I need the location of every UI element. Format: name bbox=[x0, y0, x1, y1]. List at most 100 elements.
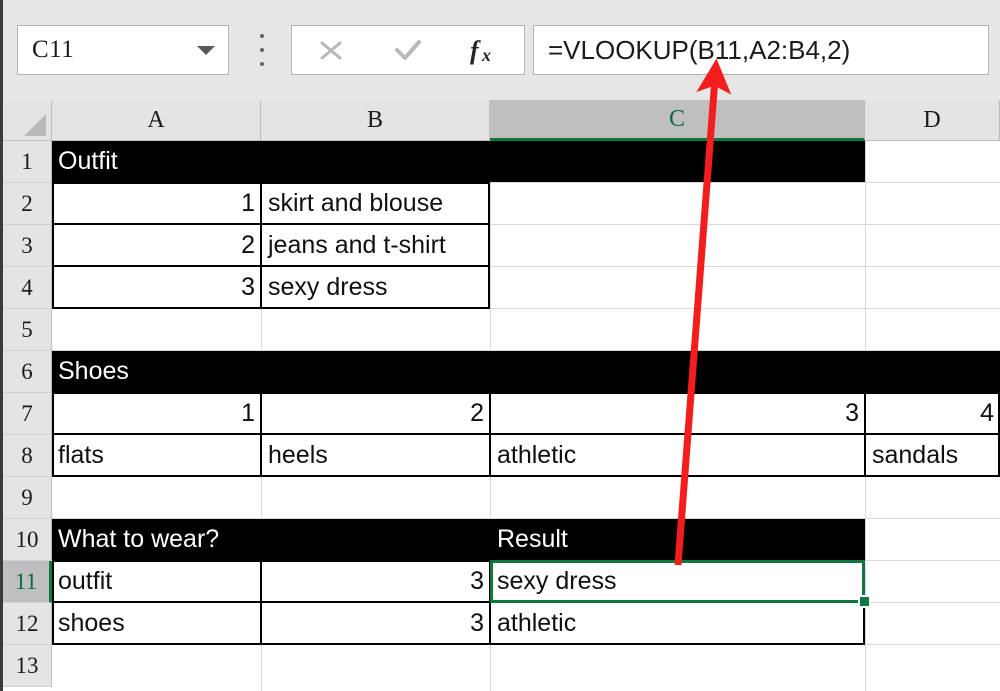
row-header-2[interactable]: 2 bbox=[3, 183, 52, 225]
cell-b7[interactable]: 2 bbox=[262, 393, 490, 434]
svg-text:x: x bbox=[481, 45, 491, 65]
formula-action-buttons: f x bbox=[291, 25, 525, 75]
column-header-a[interactable]: A bbox=[52, 100, 261, 141]
cell-a11[interactable]: outfit bbox=[52, 561, 261, 602]
cell-text: 2 bbox=[241, 231, 255, 259]
worksheet-grid: A B C D 1 2 3 4 5 6 7 8 9 10 11 12 13 Ou… bbox=[0, 100, 1000, 691]
row-header-label: 12 bbox=[15, 610, 39, 636]
cancel-formula-button[interactable] bbox=[304, 27, 358, 73]
cell-c7[interactable]: 3 bbox=[491, 393, 865, 434]
fx-icon: f x bbox=[470, 36, 491, 65]
formula-bar-strip: C11 f x =VLOOKUP(B11,A2:B4,2) bbox=[0, 0, 1000, 100]
spreadsheet-app: C11 f x =VLOOKUP(B11,A2:B4,2) A B C D 1 … bbox=[0, 0, 1000, 691]
cell-text: 3 bbox=[845, 399, 859, 427]
row-header-label: 5 bbox=[21, 316, 33, 342]
select-all-button[interactable] bbox=[3, 100, 52, 141]
close-x-icon bbox=[320, 41, 342, 60]
row-header-4[interactable]: 4 bbox=[3, 267, 52, 309]
row-header-13[interactable]: 13 bbox=[3, 645, 52, 687]
cell-text: shoes bbox=[58, 609, 125, 637]
checkmark-icon bbox=[394, 40, 421, 60]
row-header-label: 6 bbox=[21, 358, 33, 384]
gridline bbox=[52, 476, 1000, 477]
row-header-label: 4 bbox=[21, 274, 33, 300]
column-header-d[interactable]: D bbox=[865, 100, 1000, 141]
column-header-label: A bbox=[147, 106, 165, 133]
cell-a1[interactable]: Outfit bbox=[52, 141, 865, 182]
gridline bbox=[52, 308, 1000, 309]
chevron-down-icon bbox=[197, 45, 215, 55]
row-header-8[interactable]: 8 bbox=[3, 435, 52, 477]
row-header-9[interactable]: 9 bbox=[3, 477, 52, 519]
row-header-label: 3 bbox=[21, 232, 33, 258]
select-all-triangle-icon bbox=[24, 114, 46, 136]
cell-c10[interactable]: Result bbox=[491, 519, 865, 560]
name-box[interactable]: C11 bbox=[17, 25, 229, 75]
column-header-c[interactable]: C bbox=[490, 100, 865, 141]
formula-input[interactable]: =VLOOKUP(B11,A2:B4,2) bbox=[533, 25, 989, 75]
table-border-row bbox=[52, 601, 865, 603]
gridline bbox=[52, 644, 1000, 645]
cell-b12[interactable]: 3 bbox=[262, 603, 490, 644]
row-header-6[interactable]: 6 bbox=[3, 351, 52, 393]
row-header-label: 10 bbox=[15, 526, 39, 552]
row-header-12[interactable]: 12 bbox=[3, 603, 52, 645]
cell-text: jeans and t-shirt bbox=[268, 231, 446, 259]
name-box-dropdown-button[interactable] bbox=[184, 45, 228, 55]
column-header-b[interactable]: B bbox=[261, 100, 490, 141]
cell-b11[interactable]: 3 bbox=[262, 561, 490, 602]
row-header-label: 7 bbox=[21, 400, 33, 426]
table-border-row bbox=[52, 433, 1000, 435]
name-box-value: C11 bbox=[32, 36, 75, 63]
row-header-1[interactable]: 1 bbox=[3, 141, 52, 183]
cell-text: What to wear? bbox=[58, 525, 220, 553]
cell-b3[interactable]: jeans and t-shirt bbox=[262, 225, 507, 266]
insert-function-button[interactable]: f x bbox=[458, 27, 512, 73]
cell-a12[interactable]: shoes bbox=[52, 603, 261, 644]
cell-text: athletic bbox=[497, 609, 577, 637]
column-header-row: A B C D bbox=[3, 100, 1000, 141]
cell-c11[interactable]: sexy dress bbox=[491, 561, 865, 602]
cell-a2[interactable]: 1 bbox=[52, 183, 261, 224]
row-header-label: 11 bbox=[14, 568, 38, 594]
cell-a4[interactable]: 3 bbox=[52, 267, 261, 308]
cell-a8[interactable]: flats bbox=[52, 435, 261, 476]
formula-input-value: =VLOOKUP(B11,A2:B4,2) bbox=[548, 34, 851, 65]
row-header-11[interactable]: 11 bbox=[3, 561, 52, 603]
fill-handle-square[interactable] bbox=[858, 595, 871, 608]
row-header-label: 2 bbox=[21, 190, 33, 216]
cell-text: heels bbox=[268, 441, 328, 469]
column-header-label: B bbox=[366, 106, 383, 133]
column-header-label: C bbox=[668, 105, 685, 132]
cell-c8[interactable]: athletic bbox=[491, 435, 865, 476]
cell-c12[interactable]: athletic bbox=[491, 603, 865, 644]
cell-b8[interactable]: heels bbox=[262, 435, 490, 476]
row-header-7[interactable]: 7 bbox=[3, 393, 52, 435]
cell-text: Result bbox=[497, 525, 568, 553]
table-border-row bbox=[52, 223, 490, 225]
cell-a7[interactable]: 1 bbox=[52, 393, 261, 434]
row-header-10[interactable]: 10 bbox=[3, 519, 52, 561]
cell-text: 3 bbox=[470, 609, 484, 637]
confirm-formula-button[interactable] bbox=[381, 27, 435, 73]
dot bbox=[260, 48, 264, 52]
row-header-label: 1 bbox=[21, 148, 33, 174]
cell-a6[interactable]: Shoes bbox=[52, 351, 1000, 392]
cell-text: sexy dress bbox=[268, 273, 388, 301]
dot bbox=[260, 62, 264, 66]
cell-b4[interactable]: sexy dress bbox=[262, 267, 490, 308]
cell-text: 1 bbox=[241, 189, 255, 217]
row-header-5[interactable]: 5 bbox=[3, 309, 52, 351]
cell-d7[interactable]: 4 bbox=[866, 393, 1000, 434]
vertical-dots-icon[interactable] bbox=[255, 34, 269, 66]
cell-text: athletic bbox=[497, 441, 577, 469]
row-header-label: 8 bbox=[21, 442, 33, 468]
cell-b2[interactable]: skirt and blouse bbox=[262, 183, 502, 224]
cell-text: 1 bbox=[241, 399, 255, 427]
cell-d8[interactable]: sandals bbox=[866, 435, 1000, 476]
column-header-label: D bbox=[923, 106, 941, 133]
cell-surface: Outfit 1 skirt and blouse 2 jeans and t-… bbox=[52, 141, 1000, 691]
row-header-3[interactable]: 3 bbox=[3, 225, 52, 267]
cell-a3[interactable]: 2 bbox=[52, 225, 261, 266]
cell-text: skirt and blouse bbox=[268, 189, 444, 217]
